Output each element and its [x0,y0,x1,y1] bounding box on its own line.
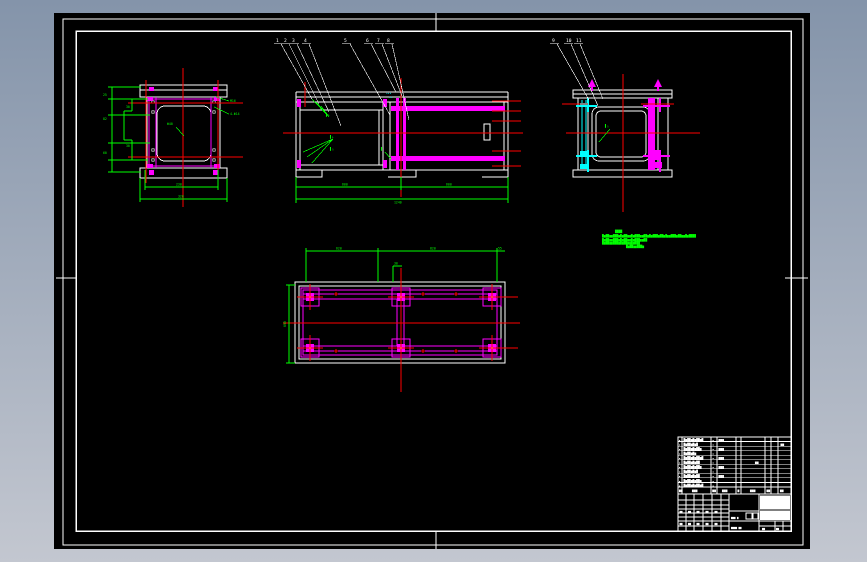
footer-cell: ▆▆ [705,510,710,513]
bom-name: █▆██▆█▆█ [683,442,699,446]
balloon-number: 11 [576,38,582,44]
dim-label: 690 [283,321,287,327]
bom-material: ▆▆▆ [718,438,725,442]
bom-name: █▆██▆█▆█ [683,470,699,474]
weld-mark: ▴▴ [389,95,393,99]
cad-canvas[interactable]: 25 82 60 30 30 230 320 M16 4-Φ14 Φ40 ▌⊥ … [0,0,867,562]
dim-label: 1240 [394,201,402,205]
dim-label: 60 [103,151,107,155]
notes-line: █▆██▆▆███▆ [625,244,644,248]
feature-flag: ▌△ [604,124,609,128]
bom-name: █▆██▆█▆██▆█ [683,456,704,460]
bom-name: █▆██▆█▆██▆█ [683,438,704,442]
thread-note: ▪▪▪ [473,158,479,162]
bom-header-cell: ▆▆▆ [721,489,728,493]
bom-header-cell: ▆ [737,489,740,493]
bom-material: ▆▆▆ [718,465,725,469]
dim-label: 230 [176,183,182,187]
dim-label: Φ40 [167,122,173,126]
bom-remark: ▆▆ [780,442,785,446]
notes-heading: ████ [614,230,622,234]
dim-label: 620 [336,247,342,251]
bom-header-cell: ▆▆ [711,489,716,493]
dim-label: 600 [342,183,348,187]
balloon-number: 4 [304,38,307,44]
balloon-number: 10 [566,38,572,44]
footer-cell: ▆▆ [705,523,710,526]
footer-cell: ▆▆ [679,523,684,526]
feature-flag: ▌⊥ [325,113,330,117]
bom-header-cell: ▆▆ [678,489,683,493]
feature-flag: ▌△ [329,147,334,151]
bom-name: █▆██▆█▆██ [683,461,700,465]
balloon-number: 3 [292,38,295,44]
footer-cell: ▆▆ [775,527,780,530]
footer-cell: ▆▆ [687,510,692,513]
bom-name: █▆██▆█▆██▆ [683,465,702,469]
feature-flag: ▌⊥ [329,135,334,139]
feature-flag: ▌ [380,147,383,151]
balloon-number: 2 [284,38,287,44]
cad-application-window: 25 82 60 30 30 230 320 M16 4-Φ14 Φ40 ▌⊥ … [0,0,867,562]
footer-cell: ▆▆ [714,523,719,526]
dim-label: 55 [498,247,502,251]
dim-label: 4-Φ14 [230,112,240,116]
dim-label: 820 [430,247,436,251]
footer-cell: ▆▆ [679,510,684,513]
bom-header-cell: ▆▆ [766,489,771,493]
footer-cell: ▆▆ [696,510,701,513]
drawing-title-cell [760,495,790,510]
dim-label: M16 [230,99,236,103]
footer-cell: ▆▆ [687,523,692,526]
bom-name: █▆██▆█▆██▆ [683,447,702,451]
dim-label: 30 [126,144,130,148]
bom-header-cell: ▆▆ [779,489,784,493]
balloon-number: 8 [387,38,390,44]
scale-label: ▆▆▆ ▆ [730,517,739,520]
balloon-number: 9 [552,38,555,44]
dim-label: 30 [126,105,130,109]
bom-name: █▆██▆█▆██ [683,474,700,478]
balloon-number: 5 [344,38,347,44]
balloon-number: 7 [377,38,380,44]
bom-name: █▆██▆█▆██▆ [683,479,702,483]
footer-cell: ▆▆ [761,527,766,530]
bom-header-cell: ▆▆▆ [749,489,756,493]
dim-label: 82 [103,117,107,121]
bom-name: █▆██▆█▆██▆█ [683,483,704,487]
footer-cell: ▆▆ [714,510,719,513]
bom-material: ▆▆▆ [718,474,725,478]
dim-label: 600 [446,183,452,187]
bom-name: █▆██▆█▆ [683,452,697,456]
balloon-number: 1 [276,38,279,44]
footer-cell: ▆▆ [696,523,701,526]
dim-label: 320 [178,195,184,199]
bom-extra: ▆▆ [754,461,759,465]
bom-material: ▆▆▆ [718,456,725,460]
balloon-number: 6 [366,38,369,44]
sheet-label: ▆▆▆▆ ▆▆ [730,527,742,530]
bom-material: ▆▆▆ [718,447,725,451]
dim-label: 30 [394,262,398,266]
drawing-number-cell [760,510,790,520]
bom-header-cell: ▆▆▆ [691,489,698,493]
dim-label: 25 [103,93,107,97]
